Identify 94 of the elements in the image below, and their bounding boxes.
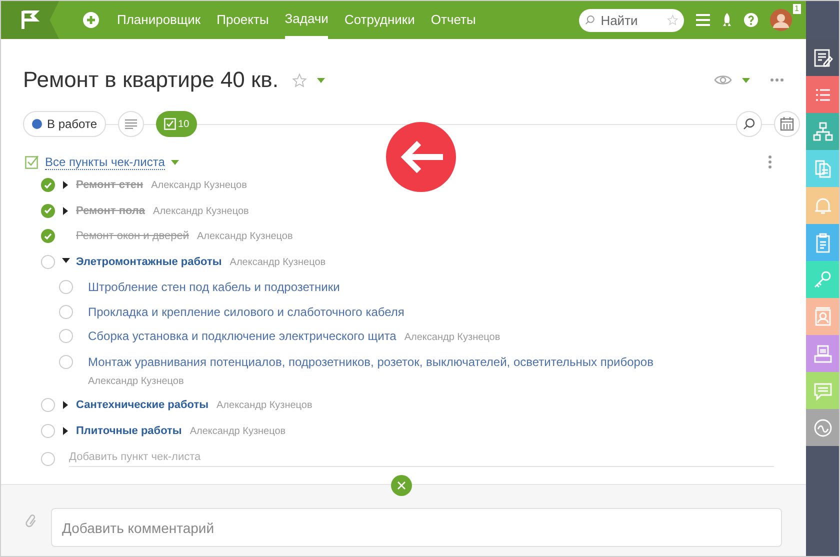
description-button[interactable] xyxy=(118,111,144,137)
assignee-name: Александр Кузнецов xyxy=(151,179,247,193)
checkbox[interactable] xyxy=(59,280,73,294)
comment-field[interactable]: Добавить комментарий xyxy=(51,508,782,547)
checklist-item[interactable]: Ремонт пола xyxy=(76,198,146,223)
add-icon[interactable] xyxy=(83,12,99,28)
checkbox[interactable] xyxy=(41,254,55,268)
checklist-item[interactable]: Прокладка и крепление силового и слаботочного кабеля xyxy=(88,302,404,322)
help-icon[interactable] xyxy=(744,13,758,27)
caret-icon[interactable] xyxy=(62,258,70,262)
check-icon xyxy=(44,182,52,188)
checkbox[interactable] xyxy=(41,424,55,438)
sidebar-tile[interactable] xyxy=(806,76,839,113)
nav-tab[interactable]: Отчеты xyxy=(430,1,476,39)
star-icon[interactable] xyxy=(292,72,308,88)
status-button[interactable]: В работе xyxy=(23,111,106,137)
task-title: Ремонт в квартире 40 кв. xyxy=(23,67,278,93)
checklist-item[interactable]: Сантехнические работы xyxy=(76,393,208,418)
text-lines-icon xyxy=(125,119,138,129)
nav-tab[interactable]: Планировщик xyxy=(117,1,201,39)
check-icon xyxy=(44,232,52,240)
attachment-icon[interactable] xyxy=(25,512,37,528)
star-icon[interactable] xyxy=(666,13,678,27)
documents-icon xyxy=(814,160,830,178)
search-icon xyxy=(743,118,755,130)
checklist-item[interactable]: Ремонт стен xyxy=(76,173,144,198)
more-icon[interactable] xyxy=(768,155,772,169)
nav-tab[interactable]: Сотрудники xyxy=(344,1,415,39)
checklist-button[interactable]: 10 xyxy=(156,111,198,137)
check-icon xyxy=(44,207,52,214)
sidebar-tile[interactable] xyxy=(806,150,839,187)
calendar-icon xyxy=(780,117,794,131)
nav-tab[interactable]: Задачи xyxy=(284,1,328,39)
contact-icon xyxy=(814,306,830,326)
hierarchy-icon xyxy=(812,122,832,140)
checklist-item[interactable]: Элетромонтажные работы xyxy=(76,250,222,274)
avatar-icon[interactable] xyxy=(770,9,792,31)
caret-icon[interactable] xyxy=(63,181,68,189)
calendar-button[interactable] xyxy=(774,111,800,137)
sidebar-tile[interactable] xyxy=(806,372,839,409)
assignee-name: Александр Кузнецов xyxy=(190,424,286,438)
search-field[interactable]: Найти xyxy=(579,8,684,32)
checkbox[interactable] xyxy=(41,398,55,412)
sidebar-tile[interactable] xyxy=(806,261,839,298)
sidebar-tile[interactable] xyxy=(806,113,839,150)
sidebar-tile[interactable] xyxy=(806,335,839,372)
list-icon xyxy=(814,88,830,100)
checklist-item[interactable]: Ремонт окон и дверей xyxy=(76,224,189,248)
assignee-name: Александр Кузнецов xyxy=(196,230,293,244)
inbox-icon xyxy=(814,344,832,362)
sidebar-tile[interactable] xyxy=(806,39,839,76)
logo-icon[interactable] xyxy=(1,1,59,39)
checkbox[interactable] xyxy=(59,329,73,343)
checklist-item[interactable]: Плиточные работы xyxy=(76,418,182,443)
caret-icon[interactable] xyxy=(63,401,68,409)
bell-icon xyxy=(814,198,832,214)
activity-icon xyxy=(814,418,832,436)
key-icon xyxy=(814,270,830,288)
menu-icon[interactable] xyxy=(696,14,710,26)
chat-icon xyxy=(814,382,832,400)
checklist-filter[interactable]: Все пункты чек-листа xyxy=(45,154,165,170)
eye-icon[interactable] xyxy=(714,74,732,86)
assignee-name: Александр Кузнецов xyxy=(153,204,249,218)
more-icon[interactable] xyxy=(770,78,784,82)
close-button[interactable] xyxy=(391,475,412,496)
checkbox[interactable] xyxy=(59,354,73,368)
checklist-item[interactable]: Штробление стен под кабель и подрозетники xyxy=(88,278,340,297)
empty-circle-icon xyxy=(41,452,55,466)
checklist-icon xyxy=(25,155,39,169)
rocket-icon[interactable] xyxy=(722,13,732,27)
nav-tab[interactable]: Проекты xyxy=(216,1,269,39)
checkbox[interactable] xyxy=(41,229,55,243)
checkbox[interactable] xyxy=(41,204,55,218)
checkbox[interactable] xyxy=(59,304,73,318)
notes-icon xyxy=(814,48,832,66)
clipboard-icon xyxy=(816,232,830,252)
checkbox[interactable] xyxy=(41,178,55,192)
assignee-name: Александр Кузнецов xyxy=(230,256,326,270)
caret-icon[interactable] xyxy=(63,426,68,434)
assignee-name: Александр Кузнецов xyxy=(404,331,500,345)
assignee-name: Александр Кузнецов xyxy=(88,374,184,388)
sidebar-tile[interactable] xyxy=(806,187,839,224)
search-icon xyxy=(585,14,595,26)
checklist-item[interactable]: Монтаж уравнивания потенциалов, подрозетников, розеток, выключателей, осветительных приборов xyxy=(88,352,654,372)
sidebar-tile[interactable] xyxy=(806,224,839,261)
caret-icon[interactable] xyxy=(63,206,68,214)
assignee-name: Александр Кузнецов xyxy=(216,399,312,413)
checklist-item[interactable]: Сборка установка и подключение электрического щита xyxy=(88,327,396,346)
checkbox-icon xyxy=(164,118,176,130)
search-button[interactable] xyxy=(736,111,762,137)
sidebar-tile[interactable] xyxy=(806,298,839,335)
close-icon xyxy=(397,481,406,490)
notification-badge: 1 xyxy=(792,4,801,14)
sidebar-tile[interactable] xyxy=(806,409,839,446)
